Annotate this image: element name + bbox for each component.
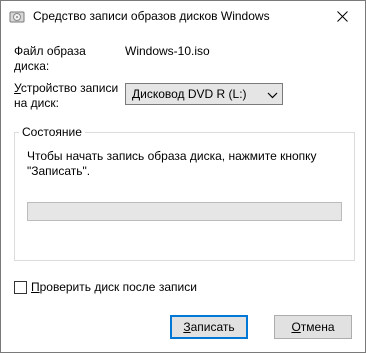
burner-dialog: Средство записи образов дисков Windows Ф… — [0, 0, 366, 353]
cancel-button[interactable]: Отмена — [274, 315, 352, 339]
file-name-value: Windows-10.iso — [125, 44, 210, 58]
burn-button-mnemonic: З — [183, 320, 191, 334]
device-label-line2: на диск: — [14, 96, 59, 110]
device-select[interactable]: Дисковод DVD R (L:) — [125, 83, 283, 105]
burn-progress-bar — [27, 202, 342, 221]
verify-checkbox[interactable] — [14, 281, 27, 294]
device-select-value: Дисковод DVD R (L:) — [132, 87, 247, 101]
verify-checkbox-label[interactable]: Проверить диск после записи — [31, 280, 197, 294]
window-title: Средство записи образов дисков Windows — [33, 9, 270, 23]
close-icon — [336, 11, 348, 22]
cancel-button-mnemonic: О — [291, 320, 301, 334]
status-group-title: Состояние — [19, 125, 85, 139]
disc-burner-icon — [9, 9, 25, 25]
device-label-line1: стройство записи — [20, 81, 119, 95]
file-label-line2: диска: — [14, 59, 50, 73]
burn-button[interactable]: Записать — [170, 315, 248, 339]
file-label-line1: Файл образа — [14, 44, 86, 58]
verify-label-mnemonic: П — [31, 280, 40, 294]
device-label-mnemonic: У — [14, 81, 21, 95]
status-message: Чтобы начать запись образа диска, нажмит… — [27, 149, 317, 178]
chevron-down-icon — [267, 89, 278, 99]
device-label: Устройство записи на диск: — [14, 81, 118, 111]
file-label: Файл образа диска: — [14, 44, 86, 74]
cancel-button-label: тмена — [300, 320, 335, 334]
title-bar: Средство записи образов дисков Windows — [1, 1, 365, 32]
burn-button-label: аписать — [190, 320, 235, 334]
close-button[interactable] — [319, 1, 365, 32]
verify-label-text: роверить диск после записи — [39, 280, 197, 294]
